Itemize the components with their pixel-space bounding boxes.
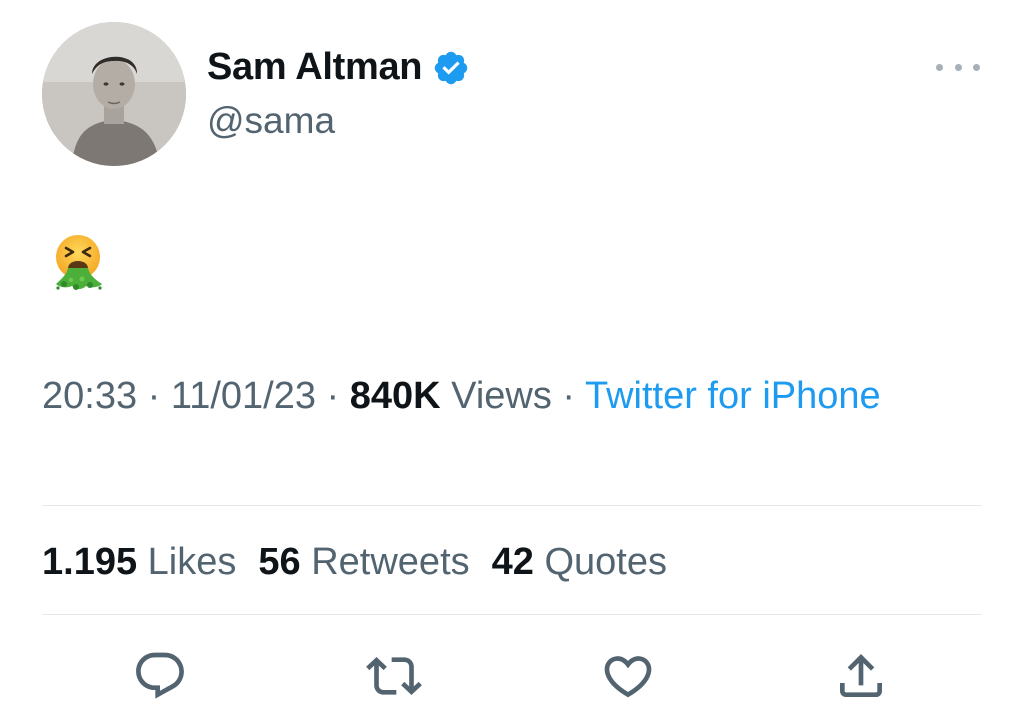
views-count: 840K (349, 375, 441, 417)
verified-badge-icon (432, 49, 470, 87)
tweet-meta: 20:33 · 11/01/23 · 840K Views · Twitter … (42, 368, 942, 424)
avatar[interactable] (42, 22, 186, 166)
divider (42, 505, 982, 506)
reply-icon (136, 652, 184, 699)
more-dot-icon (973, 63, 980, 71)
share-icon (840, 654, 882, 697)
tweet-text (46, 230, 110, 294)
source-link[interactable]: Twitter for iPhone (585, 375, 881, 417)
vomiting-face-emoji-icon (56, 235, 102, 290)
retweet-button[interactable] (366, 648, 422, 704)
author-handle[interactable]: @sama (207, 100, 335, 142)
quotes-label: Quotes (544, 541, 667, 583)
more-dot-icon (936, 63, 943, 71)
likes-label: Likes (147, 541, 237, 583)
tweet-stats: 1.195 Likes 56 Retweets 42 Quotes (42, 538, 689, 586)
avatar-photo (42, 22, 186, 166)
meta-separator: · (137, 375, 171, 417)
tweet-date[interactable]: 11/01/23 (171, 375, 316, 417)
divider (42, 614, 982, 615)
author-name-row[interactable]: Sam Altman (207, 46, 470, 89)
likes-stat[interactable]: 1.195 Likes (42, 538, 236, 586)
meta-separator: · (315, 375, 350, 417)
more-dot-icon (954, 63, 962, 71)
more-options-icon[interactable] (936, 56, 980, 78)
quotes-stat[interactable]: 42 Quotes (492, 538, 667, 586)
retweets-label: Retweets (311, 541, 470, 583)
tweet-time[interactable]: 20:33 (42, 375, 137, 417)
heart-icon (604, 656, 652, 698)
retweets-count: 56 (258, 541, 301, 583)
likes-count: 1.195 (42, 541, 138, 583)
views-label: Views (451, 375, 552, 417)
reply-button[interactable] (132, 648, 188, 704)
quotes-count: 42 (491, 541, 534, 583)
share-button[interactable] (833, 648, 889, 704)
like-button[interactable] (600, 648, 656, 704)
tweet-action-bar (0, 648, 1024, 704)
retweet-icon (366, 657, 422, 695)
meta-separator: · (551, 375, 585, 417)
author-display-name[interactable]: Sam Altman (207, 46, 423, 89)
retweets-stat[interactable]: 56 Retweets (258, 538, 469, 586)
